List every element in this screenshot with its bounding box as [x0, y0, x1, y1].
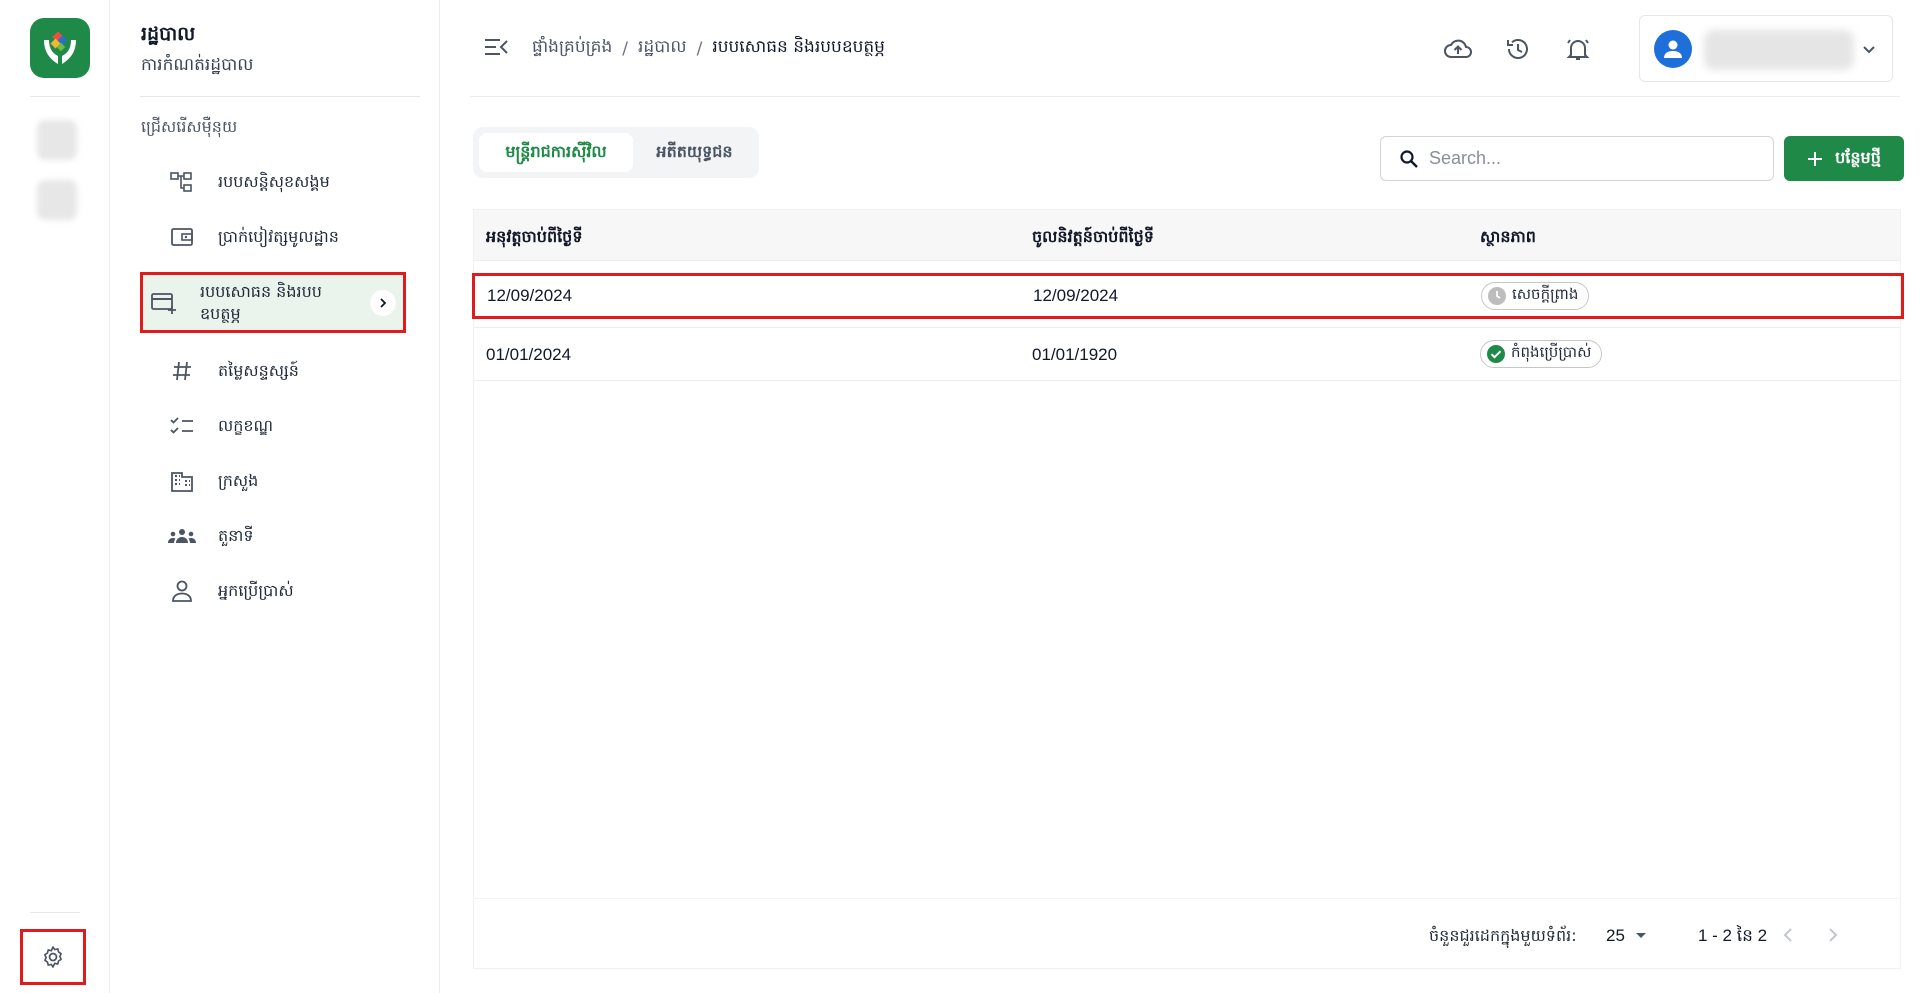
sidebar-item-label: អ្នកប្រើប្រាស់: [218, 581, 294, 600]
sidebar-item-label: ក្រសួង: [218, 471, 259, 490]
person-icon: [1664, 40, 1682, 58]
category-tabs: មន្ត្រីរាជការស៊ីវិល អតីតយុទ្ធជន: [473, 127, 759, 178]
tab-civil-servants[interactable]: មន្ត្រីរាជការស៊ីវិល: [479, 133, 633, 172]
rows-per-page-select[interactable]: 25: [1606, 923, 1666, 949]
sidebar-item-label: លក្ខខណ្ឌ: [218, 416, 274, 435]
app-rail: [0, 0, 110, 993]
chevron-down-icon: [1860, 40, 1878, 58]
column-header-apply-from[interactable]: អនុវត្តចាប់ពីថ្ងៃទី: [486, 226, 582, 250]
search-icon: [1399, 149, 1419, 169]
app-logo[interactable]: [30, 18, 90, 78]
sidemenu-subtitle: ការកំណត់រដ្ឋបាល: [141, 55, 254, 75]
active-item-highlight: [140, 272, 406, 333]
sidebar-item-conditions[interactable]: លក្ខខណ្ឌ: [160, 403, 420, 449]
cell-apply-from: 01/01/2024: [486, 345, 572, 364]
top-header: ផ្ទាំងគ្រប់គ្រង / រដ្ឋបាល / របបសោធន និងរ…: [470, 0, 1900, 97]
sidemenu-section-label: ជ្រើសរើសម៉ឺនុយ: [141, 117, 238, 136]
table-row[interactable]: 01/01/2024 01/01/1920 កំពុងប្រើប្រាស់: [474, 328, 1900, 381]
pagination-range: 1 - 2 នៃ 2: [1698, 926, 1768, 945]
sidebar-item-users[interactable]: អ្នកប្រើប្រាស់: [160, 568, 420, 614]
cell-retire-from: 01/01/1920: [1032, 345, 1118, 364]
cell-apply-from: 12/09/2024: [487, 286, 573, 305]
hierarchy-icon: [162, 167, 202, 197]
settings-button[interactable]: [20, 929, 86, 985]
rows-per-page-value: 25: [1606, 926, 1625, 945]
caret-down-icon: [1635, 933, 1646, 938]
sidebar-item-social-security[interactable]: របបសន្តិសុខសង្គម: [160, 159, 420, 205]
sidebar-item-label: តួនាទី: [218, 526, 254, 545]
breadcrumb: ផ្ទាំងគ្រប់គ្រង / រដ្ឋបាល / របបសោធន និងរ…: [532, 36, 885, 61]
rail-app-blurred[interactable]: [37, 180, 77, 220]
next-page-icon[interactable]: [1819, 921, 1847, 949]
building-icon: [162, 466, 202, 496]
sidebar-item-index-value[interactable]: តម្លៃសន្ទស្សន៍: [160, 348, 420, 394]
rows-per-page-label: ចំនួនជួរដេកក្នុងមួយទំព័រ:: [1429, 926, 1577, 945]
sidebar-item-label: ប្រាក់បៀវត្សមូលដ្ឋាន: [218, 227, 339, 246]
column-header-status[interactable]: ស្ថានភាព: [1480, 226, 1536, 250]
table-pagination: ចំនួនជួរដេកក្នុងមួយទំព័រ: 25 1 - 2 នៃ 2: [474, 898, 1900, 968]
table-row[interactable]: 12/09/2024 12/09/2024 សេចក្ដីព្រាង: [472, 273, 1904, 319]
status-badge: កំពុងប្រើប្រាស់: [1480, 340, 1603, 368]
prev-page-icon[interactable]: [1774, 921, 1802, 949]
status-badge: សេចក្ដីព្រាង: [1481, 282, 1590, 310]
table-header: អនុវត្តចាប់ពីថ្ងៃទី ចូលនិវត្តន៍ចាប់ពីថ្ង…: [474, 210, 1900, 261]
rail-divider: [30, 912, 80, 913]
sidebar-item-roles[interactable]: តួនាទី: [160, 513, 420, 559]
sidemenu-title: រដ្ឋបាល: [141, 23, 196, 45]
clock-icon: [1487, 286, 1507, 306]
add-new-button[interactable]: បន្ថែមថ្មី: [1784, 136, 1904, 181]
search-input[interactable]: [1429, 148, 1759, 169]
column-header-retire-from[interactable]: ចូលនិវត្តន៍ចាប់ពីថ្ងៃទី: [1032, 226, 1154, 250]
sidebar-item-ministry[interactable]: ក្រសួង: [160, 458, 420, 504]
sidebar-item-label: តម្លៃសន្ទស្សន៍: [218, 361, 299, 380]
search-box: [1380, 136, 1774, 181]
breadcrumb-separator: /: [696, 38, 703, 59]
status-label: កំពុងប្រើប្រាស់: [1511, 343, 1592, 361]
notification-bell-icon[interactable]: [1562, 33, 1594, 65]
breadcrumb-separator: /: [622, 38, 629, 59]
tab-veterans[interactable]: អតីតយុទ្ធជន: [636, 133, 753, 172]
user-menu[interactable]: [1639, 15, 1893, 82]
hands-logo-icon: [44, 31, 76, 64]
sidebar-item-label: របបសន្តិសុខសង្គម: [218, 172, 330, 191]
breadcrumb-admin[interactable]: រដ្ឋបាល: [638, 36, 687, 61]
menu-collapse-icon[interactable]: [483, 36, 509, 58]
pension-table: អនុវត្តចាប់ពីថ្ងៃទី ចូលនិវត្តន៍ចាប់ពីថ្ង…: [472, 209, 1904, 969]
breadcrumb-dashboard[interactable]: ផ្ទាំងគ្រប់គ្រង: [532, 36, 612, 61]
history-icon[interactable]: [1502, 33, 1534, 65]
user-name-blurred: [1704, 30, 1854, 70]
breadcrumb-current: របបសោធន និងរបបឧបត្ថម្ភ: [712, 37, 885, 57]
plus-icon: [1808, 151, 1823, 166]
hash-icon: [162, 356, 202, 386]
add-new-label: បន្ថែមថ្មី: [1835, 147, 1881, 167]
rail-divider: [30, 96, 80, 97]
group-icon: [162, 521, 202, 551]
user-icon: [162, 576, 202, 606]
cell-retire-from: 12/09/2024: [1033, 286, 1119, 305]
admin-sidemenu: រដ្ឋបាល ការកំណត់រដ្ឋបាល ជ្រើសរើសម៉ឺនុយ រ…: [110, 0, 440, 993]
cloud-upload-icon[interactable]: [1442, 33, 1474, 65]
sidemenu-divider: [140, 96, 420, 97]
wallet-icon: [162, 222, 202, 252]
rail-app-blurred[interactable]: [37, 120, 77, 160]
sidebar-item-base-salary[interactable]: ប្រាក់បៀវត្សមូលដ្ឋាន: [160, 214, 420, 260]
status-label: សេចក្ដីព្រាង: [1512, 285, 1579, 303]
check-circle-icon: [1486, 344, 1506, 364]
avatar: [1654, 30, 1692, 68]
checklist-icon: [162, 411, 202, 441]
gear-icon: [44, 946, 62, 968]
